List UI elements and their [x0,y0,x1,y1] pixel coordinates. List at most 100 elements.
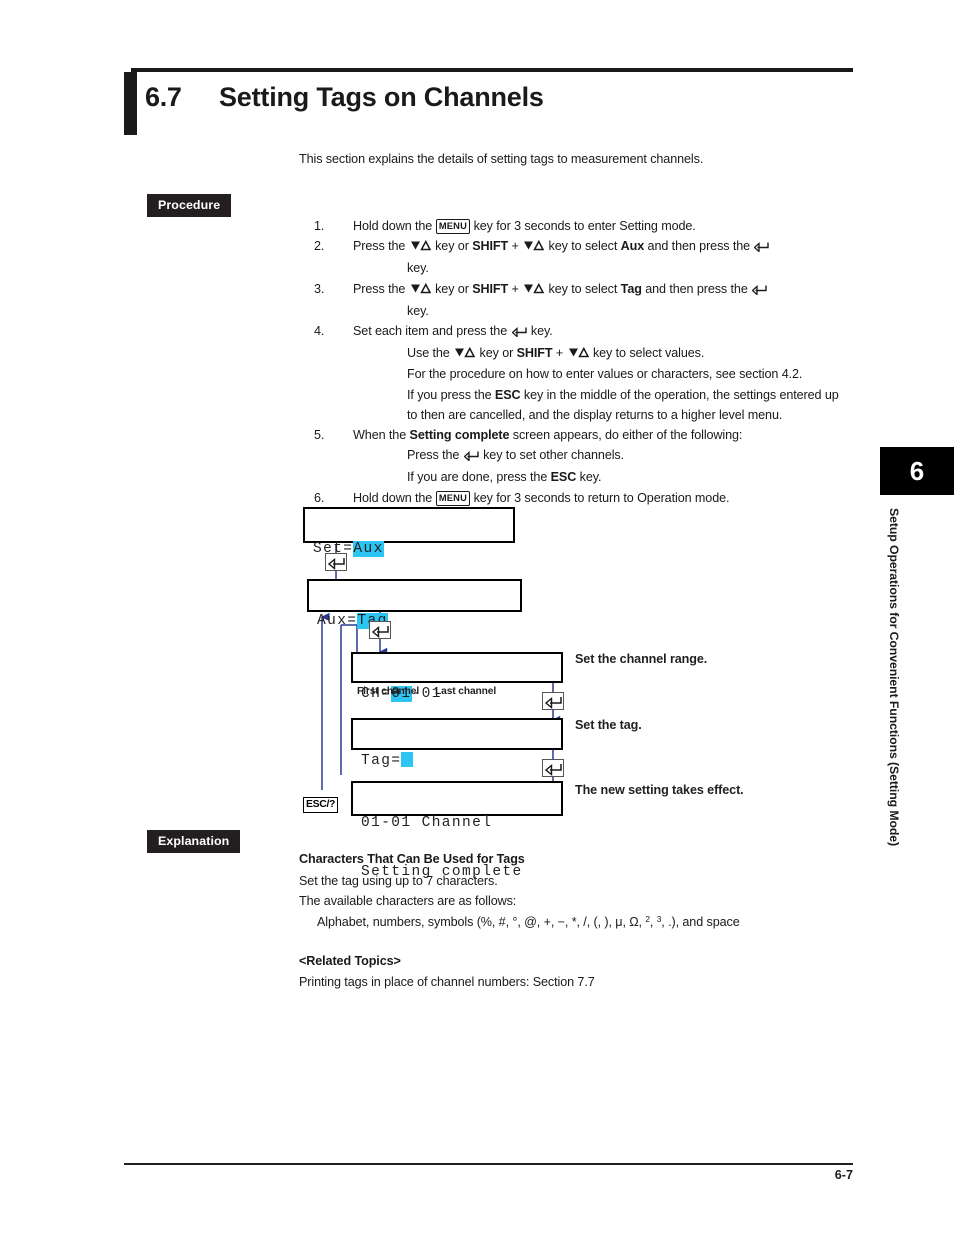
lcd-prefix: Tag= [361,753,402,769]
aux-menu-label: Aux [620,239,645,254]
step-text: Hold down the [353,219,436,233]
lcd-line: Tag= [353,752,561,770]
enter-return-arrow-icon [754,238,770,258]
step-text: key to select [545,239,621,254]
tag-menu-label: Tag [620,281,642,296]
explanation-badge: Explanation [147,830,241,853]
step-text: to then are cancelled, and the display r… [407,407,783,422]
explanation-line-1: Set the tag using up to 7 characters. [299,874,498,888]
step-text: and then press the [644,239,754,254]
down-up-triangle-icon [523,237,545,257]
enter-return-arrow-icon [463,447,479,467]
enter-key-button-2[interactable] [369,621,391,639]
step-number: 4. [314,324,325,339]
step-text: Press the [407,448,463,463]
step-text: Set each item and press the [353,324,511,339]
enter-key-button-1[interactable] [325,553,347,571]
enter-return-arrow-icon [511,323,527,343]
menu-key-icon: MENU [435,219,471,235]
lcd-screen-channel-range: CH=01-01 [351,652,563,702]
lcd-cursor-block [401,752,414,767]
annotation-channel-range: Set the channel range. [575,652,708,666]
annotation-new-setting: The new setting takes effect. [575,783,744,797]
intro-paragraph: This section explains the details of set… [299,152,704,166]
step-text: key in the middle of the operation, the … [520,387,839,402]
step-text: key. [407,303,429,318]
step-text: + [552,346,567,361]
enter-return-arrow-icon [751,281,767,301]
step-text: key. [527,324,553,339]
step-text: If you are done, press the [407,470,551,485]
step-sub-line: If you are done, press the ESC key. [353,467,859,487]
char-list-post: , .), and space [661,915,740,929]
shift-key-label: SHIFT [516,346,553,361]
related-topics-heading: <Related Topics> [299,954,401,968]
chapter-accent-bar [124,72,137,135]
step-text: Use the [407,346,454,361]
footer-rule [124,1163,853,1165]
step-text: and then press the [641,281,752,296]
lcd-screen-aux-tag: Aux=Tag [307,579,522,629]
step-number: 3. [314,281,325,296]
explanation-heading: Characters That Can Be Used for Tags [299,852,525,866]
step-text: key or [431,281,473,296]
page-number: 6-7 [834,1168,853,1182]
step-text: Press the [353,239,409,254]
enter-key-button-3[interactable] [542,692,564,710]
procedure-step-5: 5. When the Setting complete screen appea… [299,425,859,488]
annotation-set-tag: Set the tag. [575,718,642,732]
down-up-triangle-icon [410,280,431,300]
step-text: For the procedure on how to enter values… [407,367,803,382]
down-up-triangle-icon [568,344,589,364]
explanation-line-2: The available characters are as follows: [299,894,517,908]
page-title: Setting Tags on Channels [219,82,544,112]
step-text: + [508,281,523,296]
chapter-tab-number: 6 [880,447,954,495]
step-text: key for 3 seconds to enter Setting mode. [470,219,696,233]
step-text: When the [353,428,410,443]
procedure-step-3: 3. Press the key or SHIFT + key to select… [299,279,859,321]
down-up-triangle-icon [454,344,476,364]
step-sub-line: Use the key or SHIFT + key to select val… [353,343,859,364]
header-rule [131,68,853,72]
step-text: key or [431,239,473,254]
chapter-tab-title: Setup Operations for Convenient Function… [887,508,901,847]
step-text: key to select [545,281,621,296]
lcd-line: 01-01 Channel [361,815,493,831]
lcd-line: Aux=Tag [309,613,520,630]
step-text: screen appears, do either of the followi… [509,428,743,443]
lcd-screen-setting-complete: 01-01 Channel Setting complete [351,781,563,880]
step-sub-line: Press the key to set other channels. [353,445,859,467]
esc-help-button[interactable]: ESC/? [303,797,339,813]
section-number: 6.7 [145,82,182,112]
step-text: key or [476,346,517,361]
procedure-badge: Procedure [147,194,232,217]
procedure-step-2: 2. Press the key or SHIFT + key to select… [299,236,859,278]
esc-key-label: ESC [550,470,577,485]
procedure-step-4: 4. Set each item and press the key. Use t… [299,321,859,425]
step-text: key. [407,261,429,276]
step-text: key. [576,470,602,485]
down-up-triangle-icon [410,237,431,257]
step-text: If you press the [407,387,495,402]
lcd-screen-tag-entry: Tag= [351,718,563,769]
step-text: + [508,239,523,254]
lcd-screen-set-aux: Set=Aux [303,507,515,557]
procedure-step-1: 1. Hold down the MENU key for 3 seconds t… [299,216,859,236]
char-list-pre: Alphabet, numbers, symbols (%, #, °, @, … [317,915,646,929]
setting-flow-diagram: Set=Aux Aux=Tag CH=01-01 First channel L… [295,500,855,880]
first-channel-label: First channel [357,686,420,697]
shift-key-label: SHIFT [472,281,509,296]
lcd-highlight-value: Aux [353,541,384,557]
enter-key-button-4[interactable] [542,759,564,777]
lcd-prefix: Aux= [317,613,358,629]
char-list-mid: , [649,915,657,929]
last-channel-label: Last channel [435,686,497,697]
explanation-character-list: Alphabet, numbers, symbols (%, #, °, @, … [299,914,740,929]
step-sub-line: If you press the ESC key in the middle o… [353,385,859,405]
step-number: 1. [314,219,325,233]
step-text: Press the [353,281,409,296]
setting-complete-label: Setting complete [409,428,510,443]
procedure-steps: 1. Hold down the MENU key for 3 seconds t… [299,216,859,508]
shift-key-label: SHIFT [472,239,509,254]
